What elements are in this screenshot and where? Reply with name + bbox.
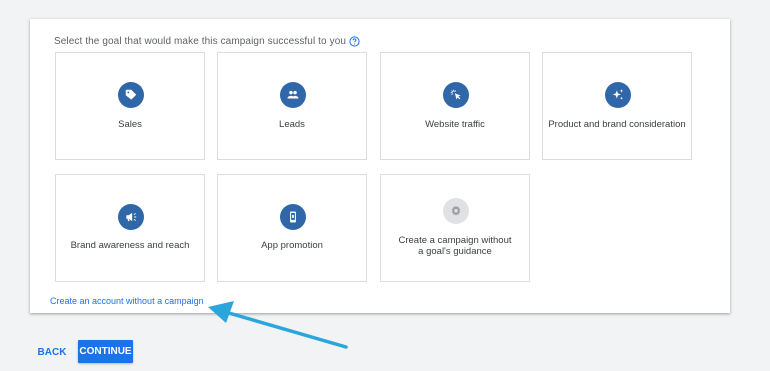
goal-prompt-text: Select the goal that would make this cam… xyxy=(54,36,347,47)
goal-label: App promotion xyxy=(261,240,323,251)
cursor-click-icon xyxy=(443,82,469,108)
sparkle-icon xyxy=(605,82,631,108)
goal-prompt: Select the goal that would make this cam… xyxy=(54,36,360,47)
goal-label: Website traffic xyxy=(425,119,485,130)
goal-tile-no-goal-guidance[interactable]: Create a campaign without a goal's guida… xyxy=(380,174,530,282)
tag-icon xyxy=(118,82,144,108)
goal-tile-app-promotion[interactable]: App promotion xyxy=(217,174,367,282)
goal-label: Create a campaign without a goal's guida… xyxy=(398,235,512,257)
annotation-arrow-icon xyxy=(208,301,348,349)
goal-tile-brand-awareness[interactable]: Brand awareness and reach xyxy=(55,174,205,282)
goal-label: Product and brand consideration xyxy=(548,119,686,130)
goal-tile-leads[interactable]: Leads xyxy=(217,52,367,160)
goal-label: Sales xyxy=(118,119,142,130)
help-circle-icon[interactable] xyxy=(349,36,360,47)
gear-icon xyxy=(443,198,469,224)
goal-selection-card: Select the goal that would make this cam… xyxy=(30,19,730,313)
goal-tile-product-brand-consideration[interactable]: Product and brand consideration xyxy=(542,52,692,160)
continue-button[interactable]: CONTINUE xyxy=(78,340,133,363)
goal-tile-sales[interactable]: Sales xyxy=(55,52,205,160)
goal-tile-website-traffic[interactable]: Website traffic xyxy=(380,52,530,160)
goal-label: Brand awareness and reach xyxy=(70,240,190,251)
people-icon xyxy=(280,82,306,108)
megaphone-icon xyxy=(118,204,144,230)
smartphone-icon xyxy=(280,204,306,230)
create-account-without-campaign-link[interactable]: Create an account without a campaign xyxy=(50,296,204,306)
back-button[interactable]: BACK xyxy=(34,341,70,363)
goal-label: Leads xyxy=(279,119,305,130)
